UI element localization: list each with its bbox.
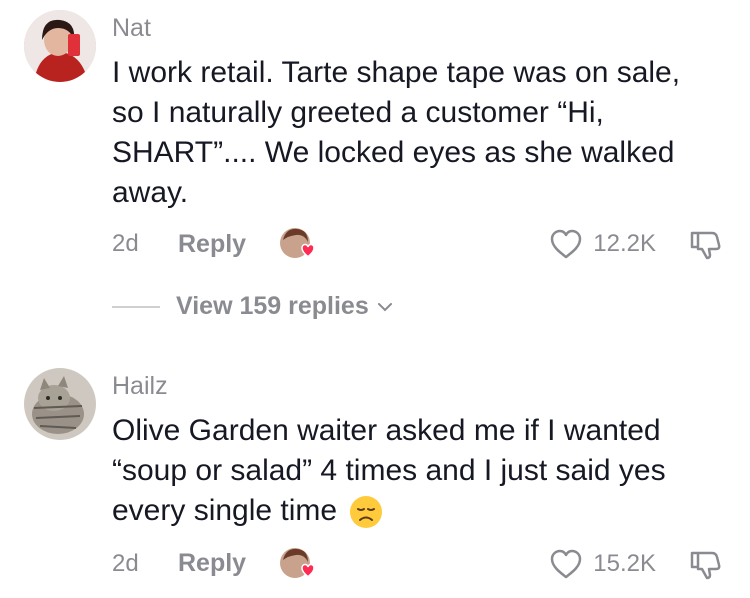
comment-age: 2d [112, 230, 139, 257]
like-button[interactable]: 12.2K [549, 226, 656, 262]
comment-username[interactable]: Hailz [112, 372, 168, 401]
divider [112, 305, 160, 308]
creator-liked-badge-icon [278, 546, 318, 582]
reply-button[interactable]: Reply [178, 549, 246, 578]
avatar-image [24, 10, 96, 82]
comment-age: 2d [112, 550, 139, 577]
comment-text-line: every single time [112, 491, 732, 531]
like-button[interactable]: 15.2K [549, 546, 656, 582]
thumbs-down-icon [690, 551, 721, 580]
comment-text-line: “soup or salad” 4 times and I just said … [112, 454, 666, 487]
view-replies-label: View 159 replies [176, 292, 369, 320]
like-count: 12.2K [593, 230, 656, 257]
comment-text-line: Olive Garden waiter asked me if I wanted [112, 414, 661, 447]
comment-text: Olive Garden waiter asked me if I wanted… [112, 411, 732, 531]
view-replies-button[interactable]: View 159 replies [112, 292, 393, 321]
chevron-down-icon [377, 302, 392, 311]
comment-username[interactable]: Nat [112, 14, 151, 43]
creator-liked-badge-icon [278, 226, 318, 262]
comment-text-line: SHART”.... We locked eyes as she walked [112, 136, 675, 169]
thumbs-down-icon [690, 231, 721, 260]
dislike-button[interactable] [688, 227, 722, 261]
avatar-image [24, 368, 96, 440]
comment-text: I work retail. Tarte shape tape was on s… [112, 53, 732, 213]
dislike-button[interactable] [688, 547, 722, 581]
heart-outline-icon [551, 549, 582, 579]
comment-text-line: I work retail. Tarte shape tape was on s… [112, 56, 681, 89]
comment-text-line: so I naturally greeted a customer “Hi, [112, 96, 604, 129]
disappointed-face-emoji [350, 496, 383, 529]
avatar[interactable] [24, 368, 96, 440]
comment-text-line: away. [112, 176, 189, 209]
heart-outline-icon [551, 229, 582, 259]
avatar[interactable] [24, 10, 96, 82]
like-count: 15.2K [593, 550, 656, 577]
reply-button[interactable]: Reply [178, 230, 246, 259]
comment-text-line-content: every single time [112, 494, 338, 527]
